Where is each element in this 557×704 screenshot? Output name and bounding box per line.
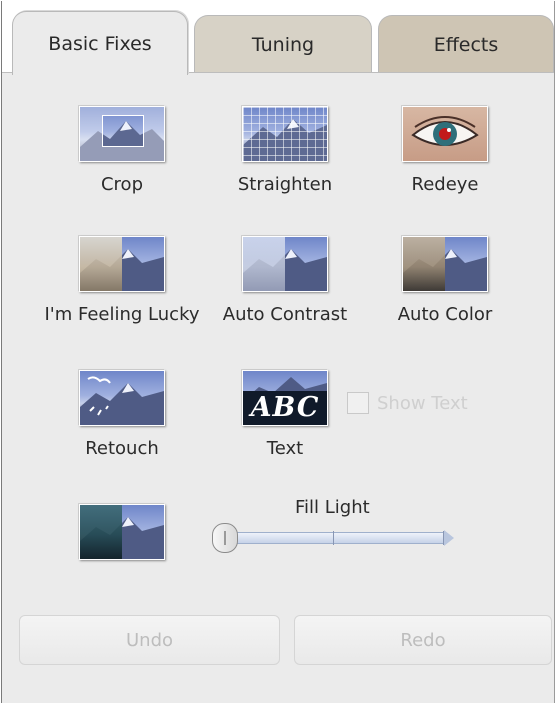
slider-knob[interactable]	[212, 523, 238, 553]
auto-contrast-label: Auto Contrast	[222, 304, 348, 325]
show-text-label: Show Text	[377, 392, 468, 414]
retouch-tool[interactable]: Retouch	[32, 370, 212, 459]
retouch-thumbnail-icon	[79, 370, 165, 426]
straighten-thumbnail-icon	[242, 106, 328, 162]
tab-effects[interactable]: Effects	[378, 15, 554, 73]
text-tool[interactable]: ABC Text	[195, 370, 375, 459]
show-text-checkbox[interactable]: Show Text	[347, 392, 468, 414]
tab-tuning[interactable]: Tuning	[194, 15, 372, 73]
auto-color-label: Auto Color	[397, 304, 493, 325]
text-thumbnail-abc: ABC	[243, 391, 327, 425]
text-thumbnail-icon: ABC	[242, 370, 328, 426]
crop-tool[interactable]: Crop	[32, 106, 212, 195]
fill-light-preview	[32, 504, 212, 560]
im-feeling-lucky-tool[interactable]: I'm Feeling Lucky	[32, 236, 212, 325]
auto-color-tool[interactable]: Auto Color	[355, 236, 535, 325]
fill-light-slider[interactable]	[212, 521, 457, 555]
undo-button[interactable]: Undo	[19, 615, 280, 665]
undo-label: Undo	[125, 629, 174, 651]
tab-effects-label: Effects	[433, 33, 499, 56]
tab-tuning-label: Tuning	[251, 33, 315, 56]
slider-track	[224, 532, 446, 544]
lucky-label: I'm Feeling Lucky	[44, 304, 200, 325]
tab-bar: Basic Fixes Tuning Effects	[2, 1, 554, 75]
slider-tick	[333, 531, 334, 545]
slider-end-arrow-icon	[444, 530, 454, 546]
basic-fixes-panel: Basic Fixes Tuning Effects Crop Straight…	[1, 1, 555, 703]
fill-light-thumbnail-icon	[79, 504, 165, 560]
fill-light-label: Fill Light	[295, 497, 370, 518]
checkbox-box	[347, 392, 369, 414]
redo-button[interactable]: Redo	[294, 615, 552, 665]
redeye-tool[interactable]: Redeye	[355, 106, 535, 195]
eye-thumbnail-icon	[402, 106, 488, 162]
straighten-label: Straighten	[237, 174, 333, 195]
crop-thumbnail-icon	[79, 106, 165, 162]
text-label: Text	[266, 438, 304, 459]
redeye-label: Redeye	[411, 174, 479, 195]
straighten-tool[interactable]: Straighten	[195, 106, 375, 195]
redo-label: Redo	[400, 629, 446, 651]
auto-color-thumbnail-icon	[402, 236, 488, 292]
tab-basic-fixes[interactable]: Basic Fixes	[12, 11, 188, 75]
retouch-label: Retouch	[85, 438, 159, 459]
auto-contrast-thumbnail-icon	[242, 236, 328, 292]
lucky-thumbnail-icon	[79, 236, 165, 292]
auto-contrast-tool[interactable]: Auto Contrast	[195, 236, 375, 325]
tab-basic-fixes-label: Basic Fixes	[48, 32, 152, 55]
crop-label: Crop	[100, 174, 143, 195]
